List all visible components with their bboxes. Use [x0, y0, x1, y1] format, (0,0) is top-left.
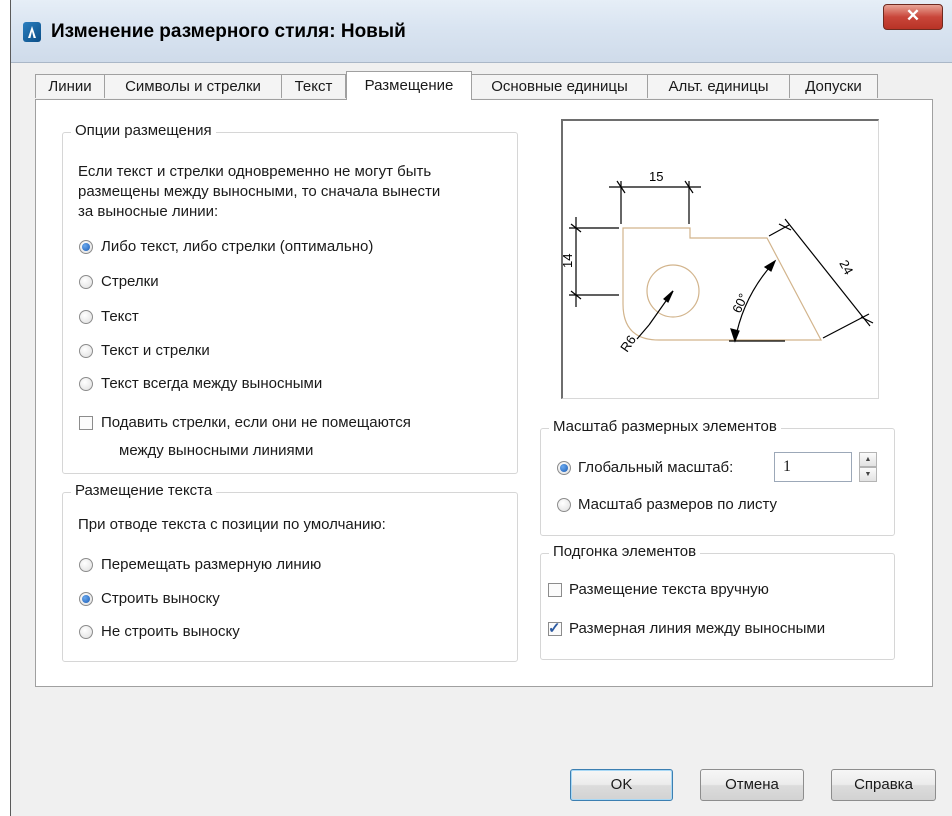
- label-without-leader[interactable]: Не строить выноску: [101, 622, 240, 641]
- radio-both-text-and-arrows[interactable]: [79, 344, 93, 358]
- tab-symbols-arrows[interactable]: Символы и стрелки: [104, 74, 282, 98]
- fit-description-line2: размещены между выносными, то сначала вы…: [78, 183, 441, 200]
- label-suppress-arrows-line2[interactable]: между выносными линиями: [119, 441, 313, 460]
- fine-tuning-legend: Подгонка элементов: [549, 543, 701, 560]
- radio-with-leader[interactable]: [79, 592, 93, 606]
- radio-text[interactable]: [79, 310, 93, 324]
- fit-description-line3: за выносные линии:: [78, 203, 219, 220]
- scale-legend: Масштаб размерных элементов: [549, 418, 781, 435]
- radio-move-dim-line[interactable]: [79, 558, 93, 572]
- label-text[interactable]: Текст: [101, 307, 139, 326]
- spin-up-icon: ▲: [864, 456, 872, 463]
- label-with-leader[interactable]: Строить выноску: [101, 589, 220, 608]
- close-icon: ✕: [905, 6, 921, 25]
- tab-fit[interactable]: Размещение: [346, 71, 472, 100]
- radio-either-text-or-arrows[interactable]: [79, 240, 93, 254]
- radio-without-leader[interactable]: [79, 625, 93, 639]
- label-either-text-or-arrows[interactable]: Либо текст, либо стрелки (оптимально): [101, 237, 373, 256]
- checkbox-draw-dim-line-between[interactable]: ✓: [548, 620, 562, 637]
- preview-dim-top: 15: [649, 169, 663, 184]
- checkbox-suppress-arrows[interactable]: [79, 416, 93, 430]
- app-icon: [23, 22, 41, 42]
- label-place-text-manually[interactable]: Размещение текста вручную: [569, 580, 769, 599]
- global-scale-input[interactable]: 1: [774, 452, 852, 482]
- label-global-scale[interactable]: Глобальный масштаб:: [578, 458, 733, 477]
- preview-dim-radius: R6: [617, 332, 639, 354]
- tab-lines[interactable]: Линии: [35, 74, 105, 98]
- fit-options-legend: Опции размещения: [71, 122, 216, 139]
- label-scale-to-layout[interactable]: Масштаб размеров по листу: [578, 495, 777, 514]
- fit-description-line1: Если текст и стрелки одновременно не мог…: [78, 163, 432, 180]
- checkbox-place-text-manually[interactable]: [548, 583, 562, 597]
- preview-dim-diag: 24: [836, 257, 856, 277]
- tab-text[interactable]: Текст: [281, 74, 346, 98]
- window-title: Изменение размерного стиля: Новый: [51, 21, 406, 42]
- label-always-keep-text[interactable]: Текст всегда между выносными: [101, 374, 322, 393]
- text-placement-description: При отводе текста с позиции по умолчанию…: [78, 516, 386, 533]
- fine-tuning-group: Подгонка элементов: [540, 543, 895, 660]
- ok-button[interactable]: OK: [570, 769, 673, 801]
- label-suppress-arrows-line1[interactable]: Подавить стрелки, если они не помещаются: [101, 413, 411, 432]
- spin-down-icon: ▼: [864, 471, 872, 478]
- preview-panel: 15 14 24 60° R6: [561, 119, 879, 399]
- cancel-button[interactable]: Отмена: [700, 769, 804, 801]
- preview-drawing: 15 14 24 60° R6: [563, 169, 874, 355]
- radio-scale-to-layout[interactable]: [557, 498, 571, 512]
- scale-group: Масштаб размерных элементов: [540, 418, 895, 536]
- help-button[interactable]: Справка: [831, 769, 936, 801]
- tab-primary-units[interactable]: Основные единицы: [471, 74, 648, 98]
- spin-down-button[interactable]: ▼: [859, 467, 877, 482]
- tab-tolerances[interactable]: Допуски: [789, 74, 878, 98]
- radio-global-scale[interactable]: [557, 461, 571, 475]
- checkmark-icon: ✓: [548, 620, 561, 637]
- preview-dimensions: [569, 180, 874, 343]
- label-move-dim-line[interactable]: Перемещать размерную линию: [101, 555, 321, 574]
- label-draw-dim-line-between[interactable]: Размерная линия между выносными: [569, 619, 825, 638]
- preview-part-outline: [622, 227, 822, 341]
- label-arrows[interactable]: Стрелки: [101, 272, 159, 291]
- tab-alternate-units[interactable]: Альт. единицы: [647, 74, 790, 98]
- preview-dim-angle: 60°: [729, 291, 751, 315]
- title-bar: Изменение размерного стиля: Новый ✕: [11, 0, 952, 62]
- label-both-text-and-arrows[interactable]: Текст и стрелки: [101, 341, 210, 360]
- radio-arrows[interactable]: [79, 275, 93, 289]
- preview-dim-left: 14: [563, 254, 575, 268]
- spin-up-button[interactable]: ▲: [859, 452, 877, 467]
- radio-always-keep-text[interactable]: [79, 377, 93, 391]
- close-button[interactable]: ✕: [883, 4, 943, 30]
- text-placement-legend: Размещение текста: [71, 482, 217, 499]
